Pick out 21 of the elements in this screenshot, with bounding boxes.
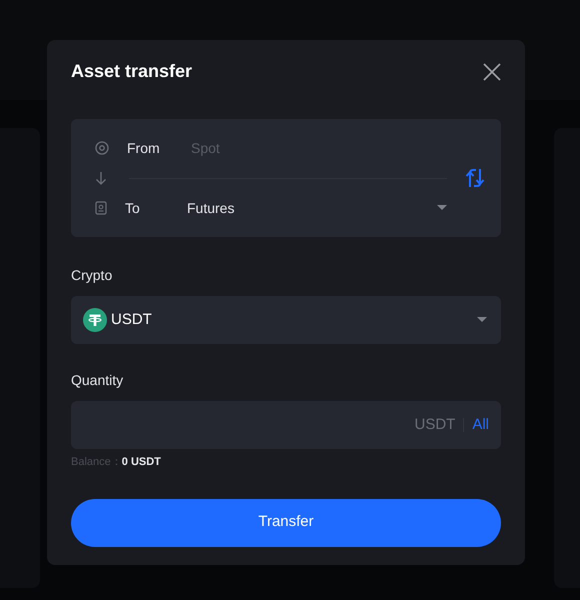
caret-icon [437,205,447,211]
crypto-dropdown[interactable]: USDT [71,296,501,344]
close-button[interactable] [483,62,501,80]
coin-icon [83,308,107,332]
to-dropdown[interactable]: To Futures [125,198,447,218]
unit-label: USDT [414,414,456,435]
target-icon [95,141,109,155]
close-icon [483,62,501,80]
quantity-label: Quantity [71,371,124,390]
balance-value: 0 USDT [122,455,161,470]
quantity-field[interactable]: USDT All [71,401,501,449]
swap-icon [465,167,485,189]
document-icon [95,201,107,215]
swap-button[interactable] [465,167,485,189]
crypto-label: Crypto [71,266,114,285]
caret-icon [477,317,487,323]
from-label: From [127,138,161,158]
all-link[interactable]: All [472,414,489,436]
down-arrow-icon [95,171,107,185]
dialog-title: Asset transfer [71,60,192,83]
transfer-button[interactable]: Transfer [71,498,501,546]
